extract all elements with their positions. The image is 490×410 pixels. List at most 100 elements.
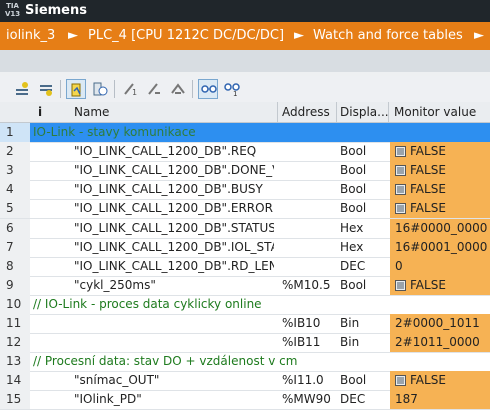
name-column-header[interactable]: Name — [74, 105, 109, 119]
comment-text[interactable]: // Procesní data: stav DO + vzdálenost v… — [33, 354, 297, 368]
table-row[interactable]: 6 "IO_LINK_CALL_1200_DB".STATUS Hex 16#0000… — [0, 218, 490, 239]
display-format-cell[interactable]: Hex — [340, 221, 388, 235]
monitor-value: FALSE — [395, 163, 446, 177]
modify-once-icon[interactable] — [144, 79, 164, 99]
name-cell[interactable]: "IO_LINK_CALL_1200_DB".STATUS — [74, 221, 274, 235]
monitor-value-text: 2#1011_0000 — [395, 335, 480, 350]
address-cell[interactable]: %I11.0 — [282, 373, 342, 387]
display-format-cell[interactable]: Bool — [340, 144, 388, 158]
row-number-label: 7 — [6, 239, 14, 254]
name-cell[interactable]: "cykl_250ms" — [74, 278, 274, 292]
table-row[interactable]: 14 "snímac_OUT" %I11.0 Bool FALSE — [0, 371, 490, 392]
row-number-label: 5 — [6, 201, 14, 216]
row-number[interactable]: 7 — [0, 237, 30, 257]
name-cell[interactable]: "snímac_OUT" — [74, 373, 274, 387]
row-number[interactable]: 11 — [0, 314, 30, 333]
address-cell[interactable]: %M10.5 — [282, 278, 342, 292]
row-number[interactable]: 9 — [0, 275, 30, 295]
monitor-value-text: FALSE — [410, 163, 446, 178]
row-number[interactable]: 15 — [0, 390, 30, 410]
display-format-cell[interactable]: Bool — [340, 163, 388, 177]
name-cell[interactable]: "IO_LINK_CALL_1200_DB".BUSY — [74, 182, 274, 196]
name-cell[interactable]: "IO_LINK_CALL_1200_DB".ERROR — [74, 201, 274, 215]
monitor-value: 2#0000_1011 — [395, 316, 480, 330]
monitor-value-text: FALSE — [410, 373, 446, 388]
breadcrumb-watch-tables[interactable]: Watch and force tables — [313, 28, 463, 43]
table-row[interactable]: 7 "IO_LINK_CALL_1200_DB".IOL_STATUS Hex 16#… — [0, 237, 490, 258]
toolbar-separator — [60, 80, 61, 98]
monitor-value-cell: FALSE — [390, 275, 490, 295]
comment-row[interactable]: 13 // Procesní data: stav DO + vzdálenost… — [0, 352, 490, 373]
row-number-label: 2 — [6, 144, 14, 159]
monitor-value-column-header[interactable]: Monitor value — [394, 105, 476, 119]
monitor-value-cell: 16#0001_0000 — [390, 237, 490, 257]
monitor-all-icon[interactable] — [66, 79, 86, 99]
row-number[interactable]: 12 — [0, 333, 30, 353]
name-cell[interactable]: "IOlink_PD" — [74, 392, 274, 406]
monitor-glasses-icon[interactable]: 1 — [222, 79, 242, 99]
row-number-label: 3 — [6, 163, 14, 178]
display-format-cell[interactable]: Bin — [340, 335, 388, 349]
display-format-cell[interactable]: DEC — [340, 259, 388, 273]
display-format-cell[interactable]: Bool — [340, 278, 388, 292]
row-number[interactable]: 13 — [0, 352, 30, 372]
monitor-once-icon[interactable] — [90, 79, 110, 99]
address-cell[interactable]: %MW90 — [282, 392, 342, 406]
monitor-value-cell: 2#1011_0000 — [390, 333, 490, 353]
address-cell[interactable]: %IB11 — [282, 335, 342, 349]
table-row[interactable]: 15 "IOlink_PD" %MW90 DEC 187 — [0, 390, 490, 410]
boolean-checkbox-icon — [395, 146, 406, 158]
force-icon[interactable] — [168, 79, 188, 99]
table-row[interactable]: 3 "IO_LINK_CALL_1200_DB".DONE_VALID Bool FA… — [0, 161, 490, 182]
show-columns-icon[interactable] — [198, 79, 218, 99]
monitor-value-text: FALSE — [410, 201, 446, 216]
comment-text[interactable]: IO-Link - stavy komunikace — [33, 125, 196, 139]
display-format-cell[interactable]: DEC — [340, 392, 388, 406]
row-number[interactable]: 5 — [0, 199, 30, 219]
row-number[interactable]: 6 — [0, 218, 30, 238]
display-format-cell[interactable]: Bin — [340, 316, 388, 330]
display-format-cell[interactable]: Bool — [340, 201, 388, 215]
boolean-checkbox-icon — [395, 375, 406, 387]
comment-text[interactable]: // IO-Link - proces data cyklicky online — [33, 297, 262, 311]
table-row[interactable]: 5 "IO_LINK_CALL_1200_DB".ERROR Bool FALSE — [0, 199, 490, 220]
row-number[interactable]: 10 — [0, 294, 30, 314]
breadcrumb-project[interactable]: iolink_3 — [6, 28, 55, 43]
display-format-cell[interactable]: Bool — [340, 182, 388, 196]
table-row[interactable]: 8 "IO_LINK_CALL_1200_DB".RD_LEN DEC 0 — [0, 256, 490, 277]
row-number[interactable]: 2 — [0, 142, 30, 162]
table-row[interactable]: 4 "IO_LINK_CALL_1200_DB".BUSY Bool FALSE — [0, 180, 490, 201]
display-format-cell[interactable]: Bool — [340, 373, 388, 387]
row-number-label: 12 — [6, 335, 22, 350]
table-row[interactable]: 11 %IB10 Bin 2#0000_1011 — [0, 314, 490, 334]
table-row[interactable]: 2 "IO_LINK_CALL_1200_DB".REQ Bool FALSE — [0, 142, 490, 163]
name-cell[interactable]: "IO_LINK_CALL_1200_DB".DONE_VALID — [74, 163, 274, 177]
modify-icon[interactable]: 1 — [120, 79, 140, 99]
name-cell[interactable]: "IO_LINK_CALL_1200_DB".REQ — [74, 144, 274, 158]
monitor-value-text: 16#0000_0000 — [395, 220, 488, 235]
table-row[interactable]: 12 %IB11 Bin 2#1011_0000 — [0, 333, 490, 354]
monitor-value: FALSE — [395, 182, 446, 196]
breadcrumb-plc[interactable]: PLC_4 [CPU 1212C DC/DC/DC] — [88, 28, 284, 43]
row-number[interactable]: 4 — [0, 180, 30, 200]
breadcrumb: iolink_3 ► PLC_4 [CPU 1212C DC/DC/DC] ► … — [0, 22, 490, 50]
row-number[interactable]: 8 — [0, 256, 30, 276]
name-cell[interactable]: "IO_LINK_CALL_1200_DB".RD_LEN — [74, 259, 274, 273]
comment-row[interactable]: 1 IO-Link - stavy komunikace — [0, 123, 490, 143]
address-column-header[interactable]: Address — [282, 105, 330, 119]
add-row-icon[interactable] — [36, 79, 56, 99]
title-bar: TIA V13 Siemens — [0, 0, 490, 22]
row-number[interactable]: 1 — [0, 123, 30, 142]
svg-text:1: 1 — [132, 88, 137, 97]
comment-row[interactable]: 10 // IO-Link - proces data cyklicky onli… — [0, 294, 490, 315]
row-number[interactable]: 3 — [0, 161, 30, 181]
monitor-value-cell: FALSE — [390, 371, 490, 391]
display-format-column-header[interactable]: Displa... — [340, 105, 389, 119]
name-cell[interactable]: "IO_LINK_CALL_1200_DB".IOL_STATUS — [74, 240, 274, 254]
address-cell[interactable]: %IB10 — [282, 316, 342, 330]
table-row[interactable]: 9 "cykl_250ms" %M10.5 Bool FALSE — [0, 275, 490, 296]
row-number[interactable]: 14 — [0, 371, 30, 391]
monitor-value-cell: 0 — [390, 256, 490, 276]
display-format-cell[interactable]: Hex — [340, 240, 388, 254]
insert-row-icon[interactable] — [12, 79, 32, 99]
